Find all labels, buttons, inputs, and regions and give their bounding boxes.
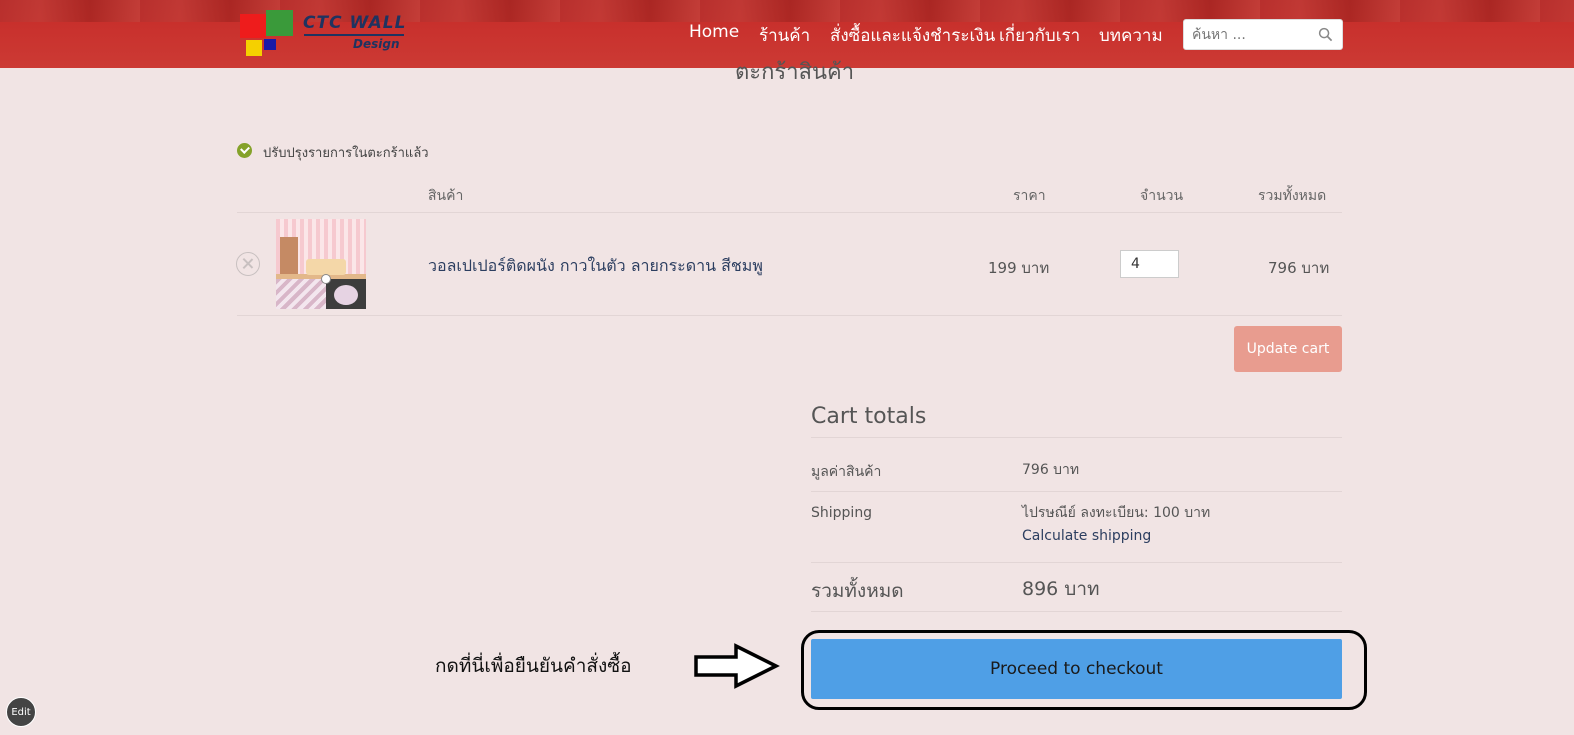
remove-item-button[interactable] xyxy=(236,252,260,276)
logo-underline xyxy=(304,34,404,36)
edit-button[interactable]: Edit xyxy=(6,697,36,727)
logo-brand-bottom: Design xyxy=(353,37,400,51)
column-header-product: สินค้า xyxy=(428,188,464,204)
nav-order-payment[interactable]: สั่งซื้อและแจ้งชำระเงิน xyxy=(830,22,995,49)
calculate-shipping-link[interactable]: Calculate shipping xyxy=(1022,528,1151,544)
proceed-to-checkout-button[interactable]: Proceed to checkout xyxy=(811,639,1342,699)
logo-blue-square xyxy=(264,39,276,50)
product-thumbnail[interactable] xyxy=(276,219,366,309)
confirm-order-instruction: กดที่นี่เพื่อยืนยันคำสั่งซื้อ xyxy=(435,655,632,677)
order-total-label: รวมทั้งหมด xyxy=(811,580,904,602)
shipping-value: ไปรษณีย์ ลงทะเบียน: 100 บาท xyxy=(1022,505,1211,521)
cart-totals-title: Cart totals xyxy=(811,404,927,429)
thumb-wallpaper-roll-dark xyxy=(326,279,366,309)
nav-articles[interactable]: บทความ xyxy=(1099,22,1163,49)
table-divider xyxy=(237,212,1342,213)
logo-red-square xyxy=(240,14,266,38)
item-price: 199 บาท xyxy=(988,259,1050,277)
notice-text: ปรับปรุงรายการในตะกร้าแล้ว xyxy=(263,146,429,161)
product-name-link[interactable]: วอลเปเปอร์ติดผนัง กาวในตัว ลายกระดาน สีช… xyxy=(428,254,763,279)
shipping-label: Shipping xyxy=(811,505,873,521)
logo-yellow-square xyxy=(246,40,262,56)
quantity-input[interactable] xyxy=(1120,250,1179,278)
nav-about[interactable]: เกี่ยวกับเรา xyxy=(999,22,1080,49)
column-header-subtotal: รวมทั้งหมด xyxy=(1258,188,1327,204)
thumb-bed xyxy=(306,259,346,275)
thumb-shelf xyxy=(280,237,298,277)
subtotal-value: 796 บาท xyxy=(1022,462,1080,478)
search-box xyxy=(1183,19,1343,50)
nav-shop[interactable]: ร้านค้า xyxy=(759,22,810,49)
thumb-wallpaper-roll xyxy=(276,279,326,309)
totals-divider xyxy=(811,437,1342,438)
totals-divider xyxy=(811,562,1342,563)
check-circle-icon xyxy=(237,143,252,158)
search-input[interactable] xyxy=(1192,25,1312,45)
table-divider xyxy=(237,315,1342,316)
logo-brand-top: CTC WALL xyxy=(303,13,407,33)
thumb-center-dot xyxy=(321,274,331,284)
search-icon[interactable] xyxy=(1318,27,1333,42)
totals-divider xyxy=(811,491,1342,492)
column-header-price: ราคา xyxy=(1013,188,1046,204)
totals-divider xyxy=(811,611,1342,612)
order-total-value: 896 บาท xyxy=(1022,578,1100,600)
item-subtotal: 796 บาท xyxy=(1268,259,1330,277)
thumb-roll-end xyxy=(334,285,358,305)
logo-green-square xyxy=(266,10,293,36)
nav-home[interactable]: Home xyxy=(689,22,739,42)
subtotal-label: มูลค่าสินค้า xyxy=(811,464,882,480)
site-logo[interactable]: CTC WALL Design xyxy=(240,10,410,58)
update-cart-button[interactable]: Update cart xyxy=(1234,326,1342,372)
page-title: ตะกร้าสินค้า xyxy=(735,60,855,85)
column-header-quantity: จำนวน xyxy=(1140,188,1184,204)
arrow-right-icon xyxy=(694,643,780,689)
